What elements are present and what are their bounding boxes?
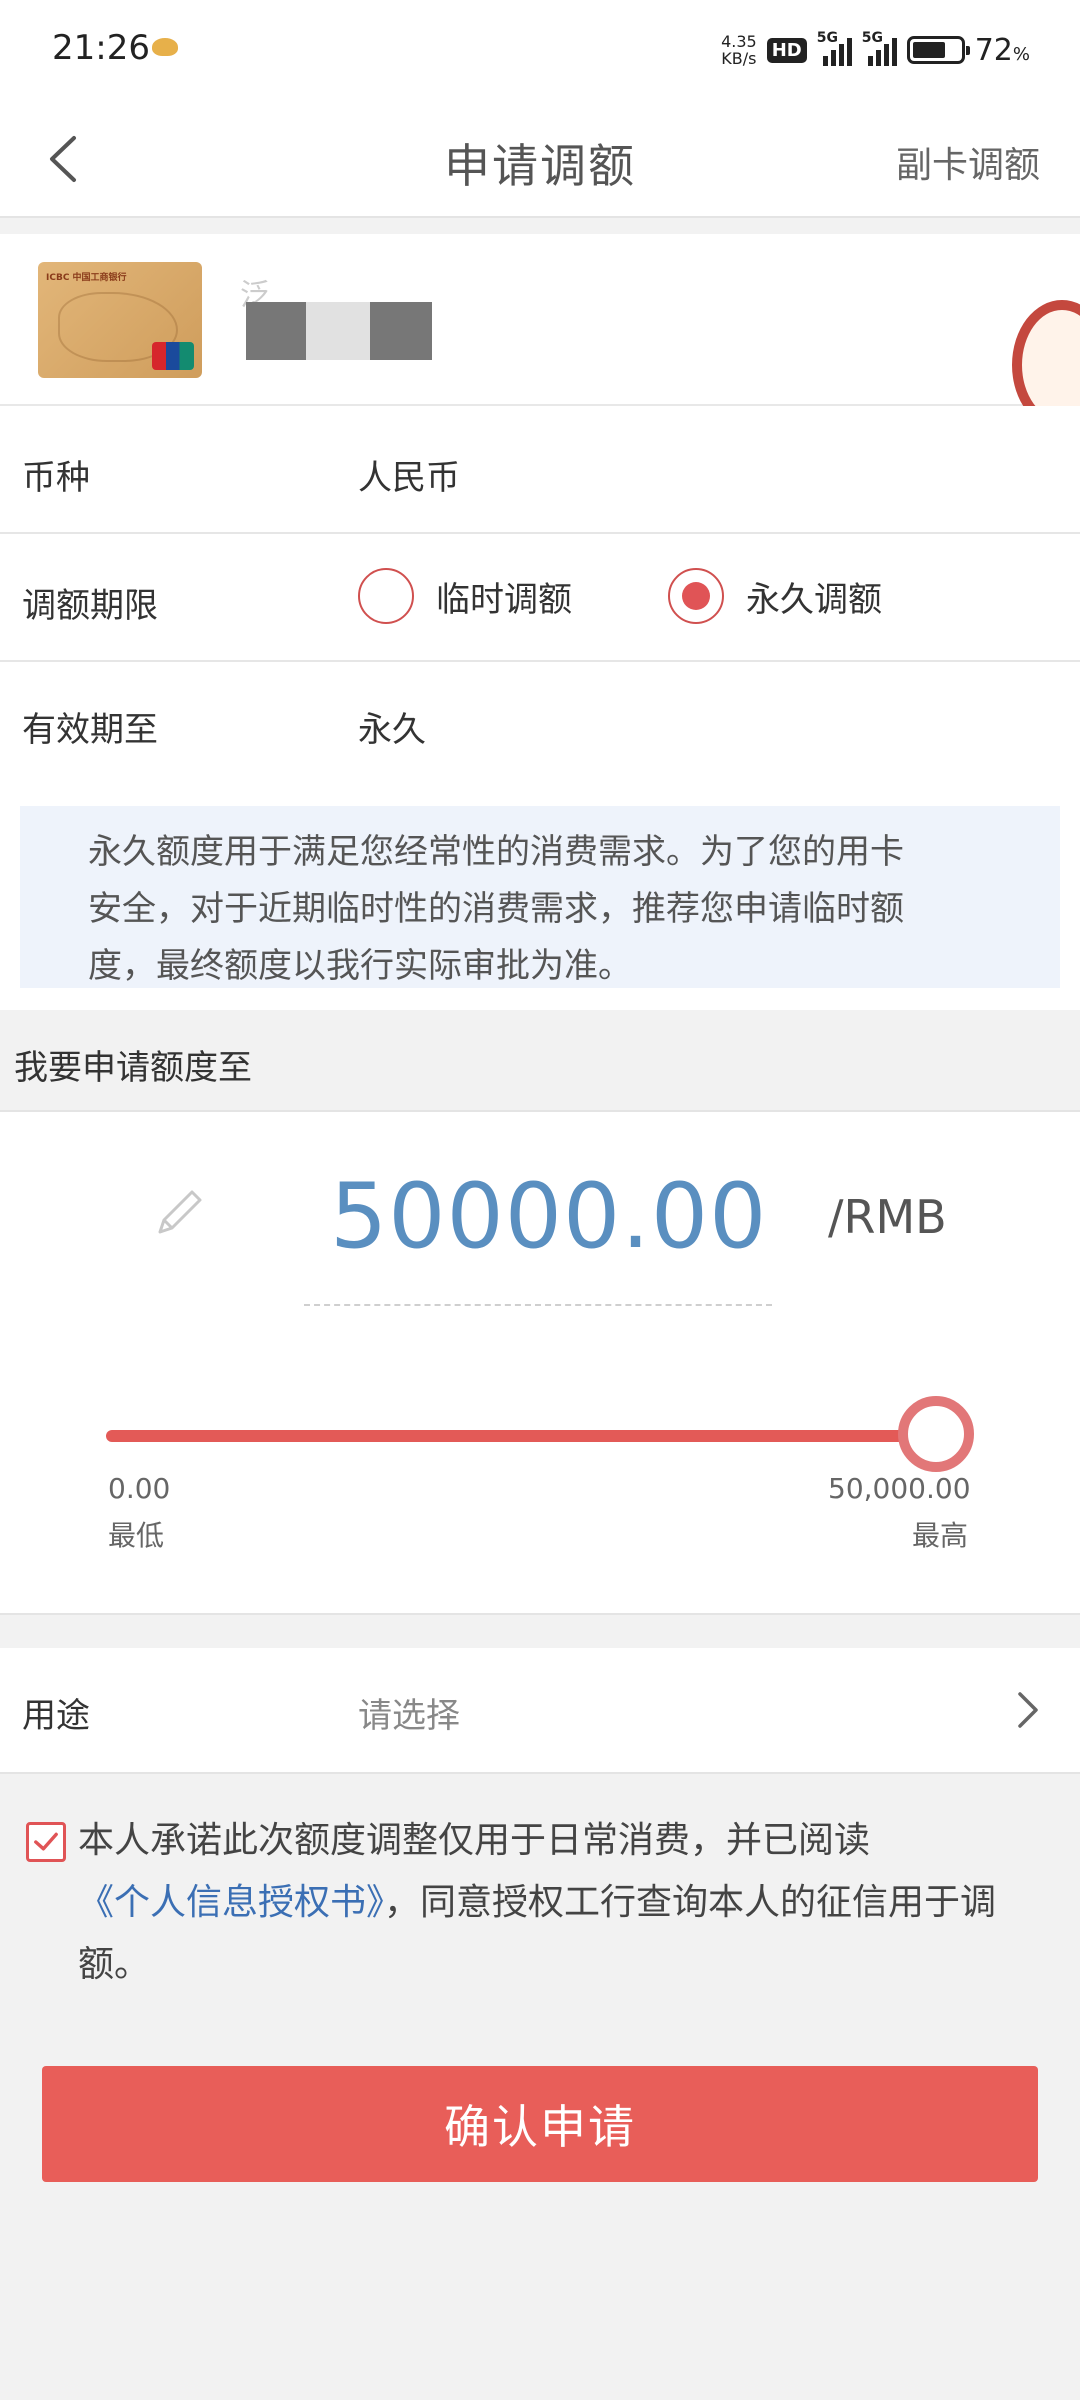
signal-icon: 5G — [817, 30, 852, 66]
card-selector[interactable]: ICBC 中国工商银行 泛 — [0, 234, 1080, 406]
battery-percent: 72% — [974, 32, 1030, 68]
limit-period-row: 调额期限 临时调额 永久调额 — [0, 534, 1080, 662]
notification-app-icon — [152, 38, 178, 56]
chevron-right-icon[interactable] — [1010, 1688, 1044, 1732]
currency-row: 币种 人民币 — [0, 406, 1080, 534]
signal-icon-2: 5G — [862, 30, 897, 66]
radio-circle-icon[interactable] — [358, 568, 414, 624]
radio-temporary[interactable]: 临时调额 — [358, 568, 572, 624]
credit-card-image: ICBC 中国工商银行 — [38, 262, 202, 378]
radio-permanent[interactable]: 永久调额 — [668, 568, 882, 624]
radio-selected-icon[interactable] — [668, 568, 724, 624]
agreement-text: 本人承诺此次额度调整仅用于日常消费，并已阅读 《个人信息授权书》，同意授权工行查询… — [78, 1820, 997, 1985]
edit-pencil-icon[interactable] — [150, 1182, 210, 1242]
currency-label: 币种 — [22, 458, 90, 498]
nav-bar: 申请调额 副卡调额 — [0, 100, 1080, 218]
amount-value[interactable]: 50000.00 — [330, 1164, 767, 1269]
slider-max-value: 50,000.00 — [828, 1472, 971, 1505]
status-icons: 4.35 KB/s HD 5G 5G 72% — [721, 26, 1030, 74]
notice-box: 永久额度用于满足您经常性的消费需求。为了您的用卡 安全，对于近期临时性的消费需求… — [20, 806, 1060, 988]
masked-card-number — [246, 302, 306, 360]
valid-until-label: 有效期至 — [22, 710, 158, 750]
status-time: 21:26 — [52, 28, 150, 68]
status-bar: 21:26 4.35 KB/s HD 5G 5G 72% — [0, 0, 1080, 100]
limit-period-label: 调额期限 — [22, 586, 158, 626]
slider-track[interactable] — [106, 1430, 936, 1442]
amount-panel: 50000.00 /RMB 0.00 最低 50,000.00 最高 — [0, 1110, 1080, 1615]
supplementary-card-button[interactable]: 副卡调额 — [896, 136, 1040, 188]
valid-until-row: 有效期至 永久 — [0, 662, 1080, 790]
valid-until-value: 永久 — [358, 710, 426, 750]
amount-unit: /RMB — [828, 1190, 947, 1244]
agreement-checkbox[interactable] — [26, 1822, 66, 1862]
authorization-link[interactable]: 《个人信息授权书》 — [78, 1882, 384, 1923]
amount-underline — [304, 1304, 772, 1306]
purpose-label: 用途 — [22, 1696, 90, 1736]
confirm-button[interactable]: 确认申请 — [42, 2066, 1038, 2182]
unionpay-logo — [152, 342, 194, 370]
slider-min-label: 最低 — [108, 1519, 165, 1552]
bank-logo: ICBC 中国工商银行 — [46, 273, 127, 283]
slider-min-value: 0.00 — [108, 1472, 171, 1505]
currency-value: 人民币 — [358, 458, 460, 498]
network-speed: 4.35 KB/s — [721, 32, 757, 68]
purpose-select[interactable]: 请选择 — [358, 1688, 460, 1737]
slider-thumb[interactable] — [898, 1396, 974, 1472]
slider-max-label: 最高 — [912, 1519, 969, 1552]
amount-section-title: 我要申请额度至 — [14, 1048, 252, 1088]
battery-icon — [906, 36, 970, 64]
purpose-row[interactable]: 用途 请选择 — [0, 1648, 1080, 1774]
hd-voice-icon: HD — [766, 37, 807, 63]
